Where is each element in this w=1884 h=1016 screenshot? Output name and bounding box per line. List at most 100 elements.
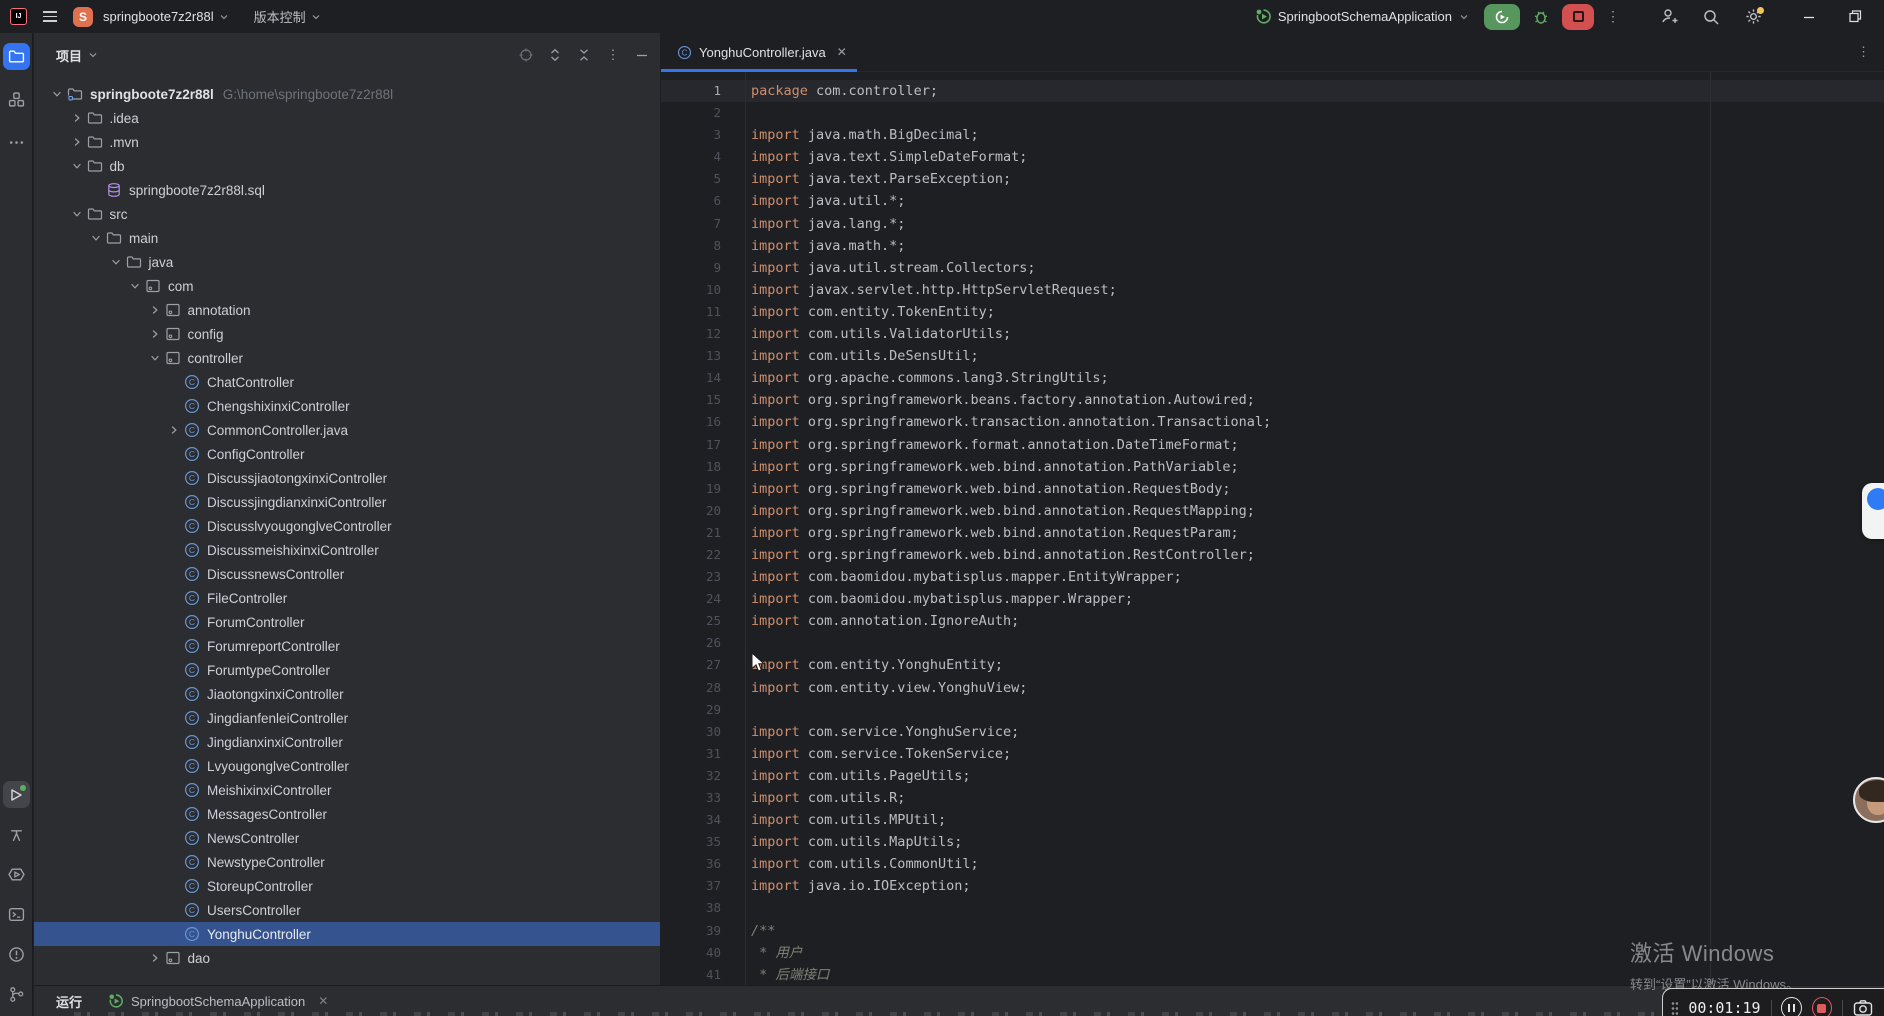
code-line[interactable]: 23import com.baomidou.mybatisplus.mapper… [661,566,1884,588]
code-line[interactable]: 15import org.springframework.beans.facto… [661,389,1884,411]
tree-item-controller[interactable]: controller [34,346,660,370]
tree-item-yonghucontroller[interactable]: CYonghuController [34,922,660,946]
code-line[interactable]: 10import javax.servlet.http.HttpServletR… [661,279,1884,301]
code-line[interactable]: 12import com.utils.ValidatorUtils; [661,323,1884,345]
tree-item-forumcontroller[interactable]: CForumController [34,610,660,634]
code-line[interactable]: 41 * 后端接口 [661,964,1884,985]
stop-button[interactable] [1562,4,1594,30]
debug-button[interactable] [1528,4,1554,30]
code-line[interactable]: 19import org.springframework.web.bind.an… [661,478,1884,500]
search-everywhere-button[interactable] [1698,4,1724,30]
chevron-expanded-icon[interactable] [71,208,83,220]
code-line[interactable]: 37import java.io.IOException; [661,875,1884,897]
code-line[interactable]: 35import com.utils.MapUtils; [661,831,1884,853]
code-line[interactable]: 25import com.annotation.IgnoreAuth; [661,610,1884,632]
code-line[interactable]: 26 [661,632,1884,654]
tree-item-jingdianxinxicontroller[interactable]: CJingdianxinxiController [34,730,660,754]
pause-recording-button[interactable] [1781,997,1801,1016]
code-line[interactable]: 6import java.util.*; [661,190,1884,212]
code-line[interactable]: 20import org.springframework.web.bind.an… [661,500,1884,522]
code-line[interactable]: 29 [661,699,1884,721]
tree-item-config[interactable]: config [34,322,660,346]
tree-item-springboote7z2r88l[interactable]: springboote7z2r88lG:\home\springboote7z2… [34,82,660,106]
code-line[interactable]: 24import com.baomidou.mybatisplus.mapper… [661,588,1884,610]
code-line[interactable]: 2 [661,102,1884,124]
chevron-collapsed-icon[interactable] [168,424,180,436]
tree-item-discusslvyougonglvecontroller[interactable]: CDiscusslvyougonglveController [34,514,660,538]
chevron-expanded-icon[interactable] [149,352,161,364]
tree-item-com[interactable]: com [34,274,660,298]
code-editor[interactable]: 1package com.controller;23import java.ma… [661,72,1884,985]
tree-item-messagescontroller[interactable]: CMessagesController [34,802,660,826]
tab-yonghucontroller[interactable]: C YonghuController.java ✕ [661,33,857,71]
chevron-expanded-icon[interactable] [71,160,83,172]
code-line[interactable]: 16import org.springframework.transaction… [661,411,1884,433]
chevron-expanded-icon[interactable] [129,280,141,292]
code-line[interactable]: 34import com.utils.MPUtil; [661,809,1884,831]
code-line[interactable]: 7import java.lang.*; [661,213,1884,235]
chevron-collapsed-icon[interactable] [71,112,83,124]
code-line[interactable]: 11import com.entity.TokenEntity; [661,301,1884,323]
tool-build-button[interactable] [3,821,30,848]
code-line[interactable]: 28import com.entity.view.YonghuView; [661,677,1884,699]
code-line[interactable]: 4import java.text.SimpleDateFormat; [661,146,1884,168]
tree-item-dao[interactable]: dao [34,946,660,970]
rerun-button[interactable] [1484,4,1520,30]
code-with-me-button[interactable] [1656,4,1682,30]
tree-item-filecontroller[interactable]: CFileController [34,586,660,610]
editor-options-menu[interactable]: ⋮ [1857,33,1870,71]
tree-item-db[interactable]: db [34,154,660,178]
screenshot-button[interactable] [1853,999,1873,1016]
code-line[interactable]: 36import com.utils.CommonUtil; [661,853,1884,875]
code-line[interactable]: 39/** [661,920,1884,942]
code-line[interactable]: 17import org.springframework.format.anno… [661,434,1884,456]
code-line[interactable]: 22import org.springframework.web.bind.an… [661,544,1884,566]
tool-structure-button[interactable] [3,86,30,113]
tree-item-annotation[interactable]: annotation [34,298,660,322]
code-line[interactable]: 14import org.apache.commons.lang3.String… [661,367,1884,389]
restore-window-button[interactable] [1840,4,1870,30]
code-line[interactable]: 31import com.service.TokenService; [661,743,1884,765]
tool-terminal-button[interactable] [3,901,30,928]
code-line[interactable]: 30import com.service.YonghuService; [661,721,1884,743]
tree-item-userscontroller[interactable]: CUsersController [34,898,660,922]
tree-item--idea[interactable]: .idea [34,106,660,130]
tree-item--mvn[interactable]: .mvn [34,130,660,154]
tree-item-commoncontroller-java[interactable]: CCommonController.java [34,418,660,442]
code-line[interactable]: 8import java.math.*; [661,235,1884,257]
code-line[interactable]: 32import com.utils.PageUtils; [661,765,1884,787]
code-line[interactable]: 9import java.util.stream.Collectors; [661,257,1884,279]
code-line[interactable]: 1package com.controller; [661,80,1884,102]
more-actions-menu[interactable]: ⋮ [1606,8,1620,25]
tree-item-springboote7z2r88l-sql[interactable]: springboote7z2r88l.sql [34,178,660,202]
tab-close-icon[interactable]: ✕ [837,45,847,59]
tree-item-java[interactable]: java [34,250,660,274]
tool-services-button[interactable] [3,861,30,888]
code-line[interactable]: 40 * 用户 [661,942,1884,964]
tree-item-forumreportcontroller[interactable]: CForumreportController [34,634,660,658]
main-menu-button[interactable] [37,4,63,30]
project-panel-title[interactable]: 项目 [56,46,99,65]
run-tool-window-title[interactable]: 运行 [56,992,82,1011]
code-line[interactable]: 18import org.springframework.web.bind.an… [661,456,1884,478]
tool-more-button[interactable] [3,129,30,156]
drag-handle[interactable] [1671,1001,1678,1015]
minimize-window-button[interactable] [1794,4,1824,30]
tree-item-forumtypecontroller[interactable]: CForumtypeController [34,658,660,682]
chevron-expanded-icon[interactable] [110,256,122,268]
run-tab-close-icon[interactable]: ✕ [318,994,328,1008]
tree-item-chengshixinxicontroller[interactable]: CChengshixinxiController [34,394,660,418]
code-line[interactable]: 3import java.math.BigDecimal; [661,124,1884,146]
chevron-expanded-icon[interactable] [90,232,102,244]
edge-floating-widget[interactable] [1862,483,1884,539]
tree-item-discussjingdianxinxicontroller[interactable]: CDiscussjingdianxinxiController [34,490,660,514]
chevron-collapsed-icon[interactable] [71,136,83,148]
collapse-all-button[interactable] [574,45,594,65]
code-line[interactable]: 13import com.utils.DeSensUtil; [661,345,1884,367]
settings-button[interactable] [1740,4,1766,30]
run-configuration-selector[interactable]: SpringbootSchemaApplication [1255,8,1470,25]
panel-options-menu[interactable]: ⋮ [603,45,623,65]
chevron-collapsed-icon[interactable] [149,952,161,964]
tree-item-main[interactable]: main [34,226,660,250]
chevron-collapsed-icon[interactable] [149,304,161,316]
